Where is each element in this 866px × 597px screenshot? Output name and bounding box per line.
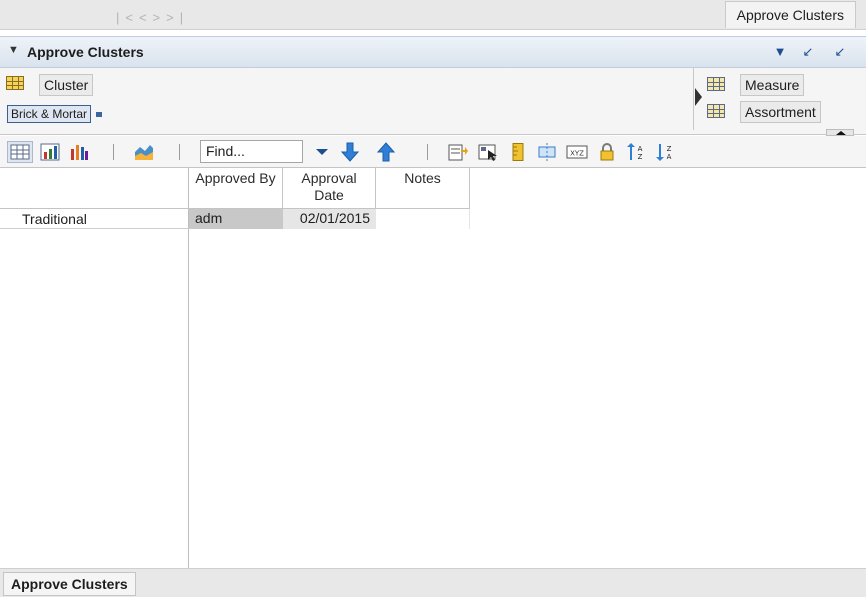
grid-view-icon[interactable] [7, 141, 33, 163]
svg-text:A: A [667, 153, 672, 161]
svg-text:A: A [638, 145, 643, 153]
area-chart-icon[interactable] [134, 143, 154, 161]
lock-icon[interactable] [597, 143, 617, 161]
row-dimension-grid-icon [6, 76, 24, 90]
panel-title: Approve Clusters [27, 44, 144, 60]
pivot-splitter [693, 68, 694, 130]
find-previous-icon[interactable] [377, 142, 395, 162]
bottom-tab-approve-clusters[interactable]: Approve Clusters [3, 572, 136, 596]
restore-icon[interactable]: ↙ [832, 44, 848, 60]
cluster-tile[interactable]: Cluster [39, 74, 94, 96]
bar-chart-icon[interactable] [69, 143, 89, 161]
sort-descending-icon[interactable]: Z A [655, 143, 675, 161]
bottom-tab-bar: Approve Clusters [0, 568, 866, 597]
find-dropdown-icon[interactable] [316, 149, 328, 155]
ruler-icon[interactable] [508, 143, 528, 161]
svg-text:XYZ: XYZ [570, 150, 584, 158]
header-divider [0, 208, 189, 209]
svg-text:Z: Z [638, 153, 643, 161]
column-header-label: Notes [404, 170, 441, 186]
data-grid: Approved By Approval Date Notes Traditio… [0, 168, 866, 568]
row-divider [0, 228, 189, 229]
toolbar: Find... XYZ A Z Z A [0, 136, 866, 168]
cell-notes[interactable] [376, 209, 470, 229]
assortment-tile[interactable]: Assortment [740, 101, 821, 123]
column-header-notes[interactable]: Notes [376, 168, 470, 209]
chart-grid-icon[interactable] [40, 143, 60, 161]
xyz-icon[interactable]: XYZ [566, 143, 588, 161]
tab-approve-clusters[interactable]: Approve Clusters [724, 1, 856, 28]
pivot-collapse-handle[interactable] [826, 129, 854, 136]
measure-grid-icon [707, 77, 725, 91]
column-header-label: Approved By [195, 170, 276, 186]
find-input[interactable]: Find... [200, 140, 303, 163]
cell-approved-by[interactable]: adm [189, 209, 283, 229]
column-header-approval-date[interactable]: Approval Date [283, 168, 376, 209]
collapse-chevron-icon[interactable]: ▼ [8, 44, 19, 56]
minimize-icon[interactable]: ↙ [800, 44, 816, 60]
panel-menu-dropdown-icon[interactable]: ▼ [772, 44, 788, 60]
toolbar-separator [427, 144, 428, 160]
select-icon[interactable] [478, 143, 498, 161]
member-handle-icon[interactable] [96, 112, 102, 117]
row-header-traditional[interactable]: Traditional [22, 211, 87, 227]
column-header-label: Approval Date [301, 170, 357, 203]
find-next-icon[interactable] [341, 142, 359, 162]
brick-mortar-member[interactable]: Brick & Mortar [7, 105, 92, 123]
export-icon[interactable] [448, 143, 468, 161]
pivot-area [0, 68, 866, 135]
panel-header: ▼ Approve Clusters ▼ ↙ ↙ [0, 36, 866, 68]
assortment-grid-icon [707, 104, 725, 118]
sort-ascending-icon[interactable]: A Z [626, 143, 646, 161]
split-icon[interactable] [537, 143, 557, 161]
measure-tile[interactable]: Measure [740, 74, 805, 96]
toolbar-separator [113, 144, 114, 160]
cell-approval-date[interactable]: 02/01/2015 [283, 209, 376, 229]
toolbar-separator [179, 144, 180, 160]
column-header-approved-by[interactable]: Approved By [189, 168, 283, 209]
svg-text:Z: Z [667, 145, 672, 153]
page-navigation-controls: |<<>>| [116, 10, 190, 25]
